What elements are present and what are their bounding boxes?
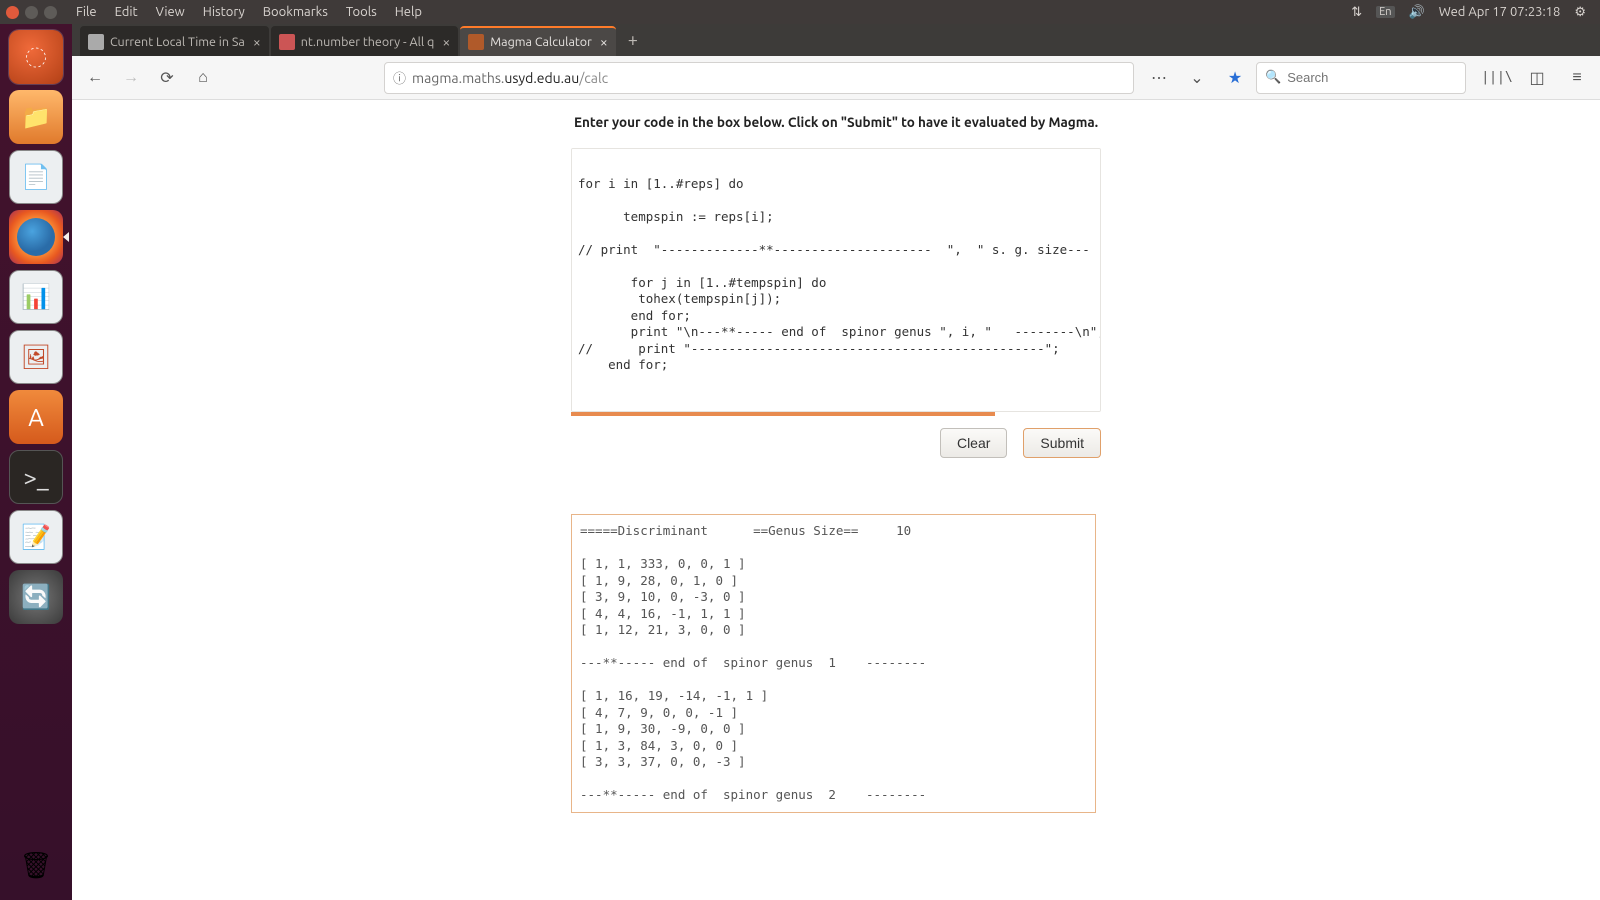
menu-history[interactable]: History bbox=[194, 5, 254, 19]
favicon-icon bbox=[88, 34, 104, 50]
instruction-text: Enter your code in the box below. Click … bbox=[574, 114, 1098, 130]
sidebar-button[interactable]: ◫ bbox=[1522, 63, 1552, 93]
search-icon: 🔍 bbox=[1265, 70, 1281, 85]
launcher-active-indicator-icon bbox=[63, 232, 69, 242]
tab-magma[interactable]: Magma Calculator × bbox=[460, 26, 615, 56]
tab-strip: Current Local Time in Sa × nt.number the… bbox=[72, 24, 1600, 56]
url-path: /calc bbox=[579, 70, 608, 86]
network-icon[interactable]: ⇅ bbox=[1351, 5, 1362, 20]
launcher-calc[interactable]: 📊 bbox=[9, 270, 63, 324]
button-row: Clear Submit bbox=[571, 428, 1101, 458]
page-actions-button[interactable]: ⋯ bbox=[1144, 63, 1174, 93]
url-prefix: magma.maths. bbox=[412, 70, 504, 86]
pocket-button[interactable]: ⌄ bbox=[1182, 63, 1212, 93]
volume-icon[interactable]: 🔊 bbox=[1409, 5, 1425, 20]
window-maximize-button[interactable] bbox=[44, 6, 57, 19]
system-tray: ⇅ En 🔊 Wed Apr 17 07:23:18 ⚙ bbox=[1351, 5, 1596, 20]
menu-edit[interactable]: Edit bbox=[106, 5, 147, 19]
back-button[interactable]: ← bbox=[80, 63, 110, 93]
gear-icon[interactable]: ⚙ bbox=[1574, 5, 1586, 20]
unity-launcher: ◌ 📁 📄 📊 🖼 A >_ 📝 🔄 🗑 bbox=[0, 24, 72, 900]
tab-mathoverflow[interactable]: nt.number theory - All q × bbox=[271, 26, 459, 56]
launcher-software[interactable]: A bbox=[9, 390, 63, 444]
favicon-icon bbox=[468, 34, 484, 50]
favicon-icon bbox=[279, 34, 295, 50]
browser-toolbar: ← → ⟳ ⌂ ⓘ magma.maths.usyd.edu.au/calc ⋯… bbox=[72, 56, 1600, 100]
search-box[interactable]: 🔍 bbox=[1256, 62, 1466, 94]
bookmark-star-icon[interactable]: ★ bbox=[1220, 63, 1250, 93]
url-host: usyd.edu.au bbox=[504, 70, 579, 86]
browser-window: Current Local Time in Sa × nt.number the… bbox=[72, 24, 1600, 900]
launcher-firefox[interactable] bbox=[9, 210, 63, 264]
search-input[interactable] bbox=[1287, 70, 1463, 85]
tab-close-button[interactable]: × bbox=[253, 34, 261, 50]
tab-close-button[interactable]: × bbox=[600, 34, 608, 50]
window-controls bbox=[6, 6, 57, 19]
home-button[interactable]: ⌂ bbox=[188, 63, 218, 93]
launcher-writer[interactable]: 📄 bbox=[9, 150, 63, 204]
launcher-text-editor[interactable]: 📝 bbox=[9, 510, 63, 564]
output-box: =====Discriminant ==Genus Size== 10 [ 1,… bbox=[571, 514, 1096, 813]
textarea-scrollbar[interactable] bbox=[571, 412, 995, 416]
submit-button[interactable]: Submit bbox=[1023, 428, 1101, 458]
tab-title: Current Local Time in Sa bbox=[110, 35, 245, 49]
clear-button[interactable]: Clear bbox=[940, 428, 1007, 458]
address-bar[interactable]: ⓘ magma.maths.usyd.edu.au/calc bbox=[384, 62, 1134, 94]
window-minimize-button[interactable] bbox=[25, 6, 38, 19]
forward-button[interactable]: → bbox=[116, 63, 146, 93]
window-close-button[interactable] bbox=[6, 6, 19, 19]
tab-title: nt.number theory - All q bbox=[301, 35, 435, 49]
launcher-dash[interactable]: ◌ bbox=[9, 30, 63, 84]
menu-button[interactable]: ≡ bbox=[1562, 63, 1592, 93]
menu-bookmarks[interactable]: Bookmarks bbox=[254, 5, 337, 19]
launcher-software-updater[interactable]: 🔄 bbox=[9, 570, 63, 624]
launcher-terminal[interactable]: >_ bbox=[9, 450, 63, 504]
tab-title: Magma Calculator bbox=[490, 35, 592, 49]
page-content: Enter your code in the box below. Click … bbox=[72, 100, 1600, 900]
tab-close-button[interactable]: × bbox=[442, 34, 450, 50]
menu-view[interactable]: View bbox=[147, 5, 194, 19]
library-button[interactable]: |||\ bbox=[1482, 63, 1512, 93]
tab-time[interactable]: Current Local Time in Sa × bbox=[80, 26, 269, 56]
menu-tools[interactable]: Tools bbox=[337, 5, 386, 19]
site-info-icon[interactable]: ⓘ bbox=[393, 68, 406, 87]
new-tab-button[interactable]: + bbox=[618, 30, 648, 50]
desktop-menubar: File Edit View History Bookmarks Tools H… bbox=[0, 0, 1600, 24]
menu-help[interactable]: Help bbox=[386, 5, 431, 19]
launcher-trash[interactable]: 🗑 bbox=[9, 838, 63, 892]
launcher-files[interactable]: 📁 bbox=[9, 90, 63, 144]
clock[interactable]: Wed Apr 17 07:23:18 bbox=[1439, 5, 1561, 19]
reload-button[interactable]: ⟳ bbox=[152, 63, 182, 93]
launcher-impress[interactable]: 🖼 bbox=[9, 330, 63, 384]
menu-file[interactable]: File bbox=[67, 5, 106, 19]
keyboard-lang-indicator[interactable]: En bbox=[1376, 6, 1394, 18]
code-input[interactable] bbox=[571, 148, 1101, 412]
